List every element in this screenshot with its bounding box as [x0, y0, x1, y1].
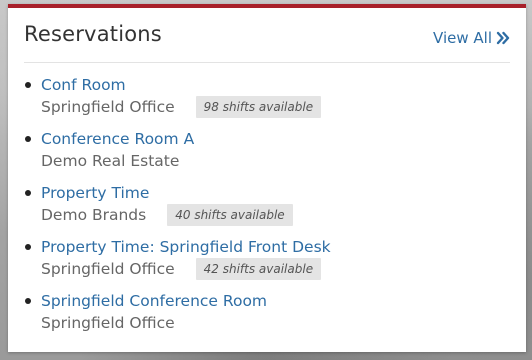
reservation-details: Springfield Office — [41, 312, 510, 334]
reservation-location: Springfield Office — [41, 98, 175, 116]
reservation-location: Springfield Office — [41, 260, 175, 278]
shifts-badge: 98 shifts available — [195, 96, 322, 118]
reservation-details: Springfield Office 42 shifts available — [41, 258, 510, 280]
reservation-details: Demo Real Estate — [41, 150, 510, 172]
reservation-details: Demo Brands 40 shifts available — [41, 204, 510, 226]
shifts-badge: 40 shifts available — [167, 204, 293, 226]
reservations-list: Conf Room Springfield Office 98 shifts a… — [24, 74, 510, 344]
list-item: Property Time: Springfield Front Desk Sp… — [24, 236, 510, 280]
reservation-location: Springfield Office — [41, 314, 175, 332]
reservation-link[interactable]: Property Time — [41, 182, 510, 204]
double-chevron-right-icon — [496, 31, 510, 45]
bullet-icon — [25, 190, 31, 196]
widget-title: Reservations — [24, 22, 162, 46]
reservation-location: Demo Real Estate — [41, 152, 180, 170]
reservation-link[interactable]: Springfield Conference Room — [41, 290, 510, 312]
bullet-icon — [25, 82, 31, 88]
bullet-icon — [25, 136, 31, 142]
reservation-location: Demo Brands — [41, 206, 147, 224]
list-item: Conference Room A Demo Real Estate — [24, 128, 510, 172]
view-all-label: View All — [433, 29, 492, 47]
list-item: Conf Room Springfield Office 98 shifts a… — [24, 74, 510, 118]
bullet-icon — [25, 244, 31, 250]
reservation-link[interactable]: Property Time: Springfield Front Desk — [41, 236, 510, 258]
reservation-details: Springfield Office 98 shifts available — [41, 96, 510, 118]
bullet-icon — [25, 298, 31, 304]
reservation-link[interactable]: Conference Room A — [41, 128, 510, 150]
reservation-link[interactable]: Conf Room — [41, 74, 510, 96]
shifts-badge: 42 shifts available — [195, 258, 322, 280]
list-item: Springfield Conference Room Springfield … — [24, 290, 510, 334]
list-item: Property Time Demo Brands 40 shifts avai… — [24, 182, 510, 226]
view-all-link[interactable]: View All — [433, 29, 510, 47]
widget-header: Reservations View All — [24, 8, 510, 63]
reservations-widget: Reservations View All Conf Room Springfi… — [8, 4, 526, 352]
